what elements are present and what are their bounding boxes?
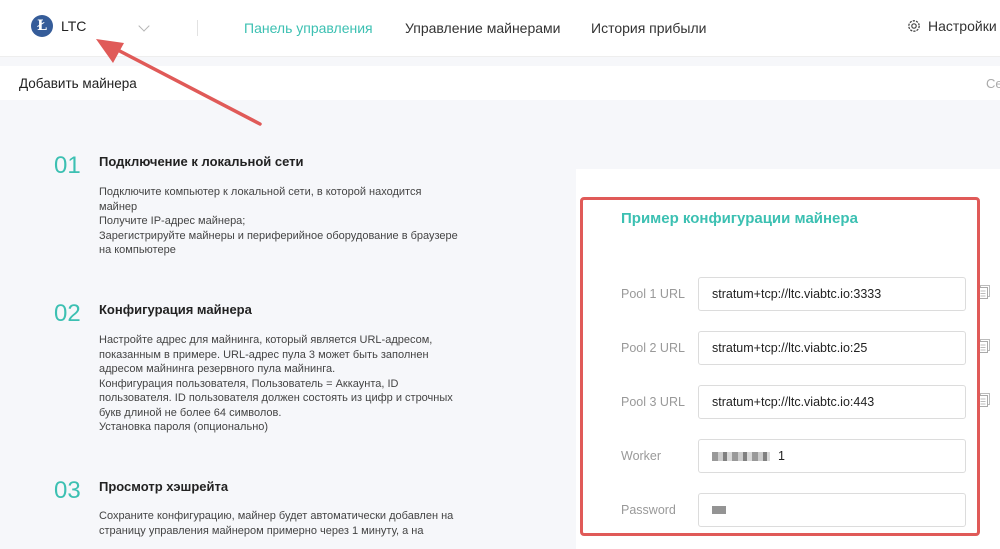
pool2-url-field[interactable]: stratum+tcp://ltc.viabtc.io:25 [698, 331, 966, 365]
step-line: Настройте адрес для майнинга, который яв… [99, 334, 433, 346]
step-title: Просмотр хэшрейта [99, 479, 229, 494]
redacted-password [712, 506, 726, 514]
password-label: Password [621, 503, 676, 517]
page-title: Добавить майнера [19, 76, 137, 91]
sub-header: Добавить майнера Се [0, 66, 1000, 100]
step-line: адресом майнинга резервного пула майнинг… [99, 363, 336, 375]
step-number: 02 [54, 300, 81, 327]
copy-icon[interactable] [978, 339, 990, 353]
pool1-url-value: stratum+tcp://ltc.viabtc.io:3333 [712, 287, 882, 301]
step-line: Подключите компьютер к локальной сети, в… [99, 186, 422, 198]
step-line: букв длиной не более 64 символов. [99, 406, 282, 419]
pool2-url-label: Pool 2 URL [621, 341, 685, 355]
pool3-url-field[interactable]: stratum+tcp://ltc.viabtc.io:443 [698, 385, 966, 419]
step-title: Подключение к локальной сети [99, 154, 304, 169]
step-line: пользователя. ID пользователя должен сос… [99, 392, 453, 404]
nav-profit-history[interactable]: История прибыли [591, 20, 706, 36]
pool3-url-value: stratum+tcp://ltc.viabtc.io:443 [712, 395, 875, 409]
chevron-down-icon[interactable] [138, 20, 150, 32]
step-description: Настройте адрес для майнинга, который яв… [99, 333, 479, 435]
step-number: 03 [54, 477, 81, 504]
step-line: Установка пароля (опционально) [99, 421, 269, 433]
step-line: Сохраните конфигурацию, майнер будет авт… [99, 510, 454, 522]
top-navigation-bar: Ł LTC Панель управления Управление майне… [0, 0, 1000, 57]
password-field[interactable] [698, 493, 966, 527]
worker-field[interactable]: 1 [698, 439, 966, 473]
settings-label: Настройки м [928, 18, 1000, 34]
config-panel-title: Пример конфигурации майнера [621, 210, 858, 227]
pool1-url-label: Pool 1 URL [621, 287, 685, 301]
step-number: 01 [54, 152, 81, 179]
step-line: майнер [99, 200, 138, 213]
nav-miner-management[interactable]: Управление майнерами [405, 20, 560, 36]
step-line: Конфигурация пользователя, Пользователь … [99, 377, 399, 390]
nav-dashboard[interactable]: Панель управления [244, 20, 373, 36]
redacted-worker-prefix [712, 451, 770, 461]
settings-button[interactable]: Настройки м [906, 18, 1000, 34]
pool3-url-label: Pool 3 URL [621, 395, 685, 409]
subbar-edge-text[interactable]: Се [986, 76, 1000, 91]
step-line: показанным в примере. URL-адрес пула 3 м… [99, 348, 429, 361]
worker-label: Worker [621, 449, 662, 463]
step-line: на компьютере [99, 244, 176, 256]
pool1-url-field[interactable]: stratum+tcp://ltc.viabtc.io:3333 [698, 277, 966, 311]
coin-selector[interactable]: Ł LTC [31, 15, 86, 37]
litecoin-logo-icon: Ł [31, 15, 53, 37]
step-line: Зарегистрируйте майнеры и периферийное о… [99, 229, 458, 242]
step-description: Подключите компьютер к локальной сети, в… [99, 185, 479, 258]
pool2-url-value: stratum+tcp://ltc.viabtc.io:25 [712, 341, 868, 355]
copy-icon[interactable] [978, 285, 990, 299]
coin-name: LTC [61, 18, 87, 34]
copy-icon[interactable] [978, 393, 990, 407]
gear-icon [908, 20, 920, 32]
nav-divider [197, 20, 198, 36]
worker-value: 1 [778, 449, 785, 463]
step-line: страницу управления майнером примерно че… [99, 524, 424, 537]
step-title: Конфигурация майнера [99, 302, 252, 317]
step-description: Сохраните конфигурацию, майнер будет авт… [99, 509, 479, 538]
step-line: Получите IP-адрес майнера; [99, 215, 246, 227]
